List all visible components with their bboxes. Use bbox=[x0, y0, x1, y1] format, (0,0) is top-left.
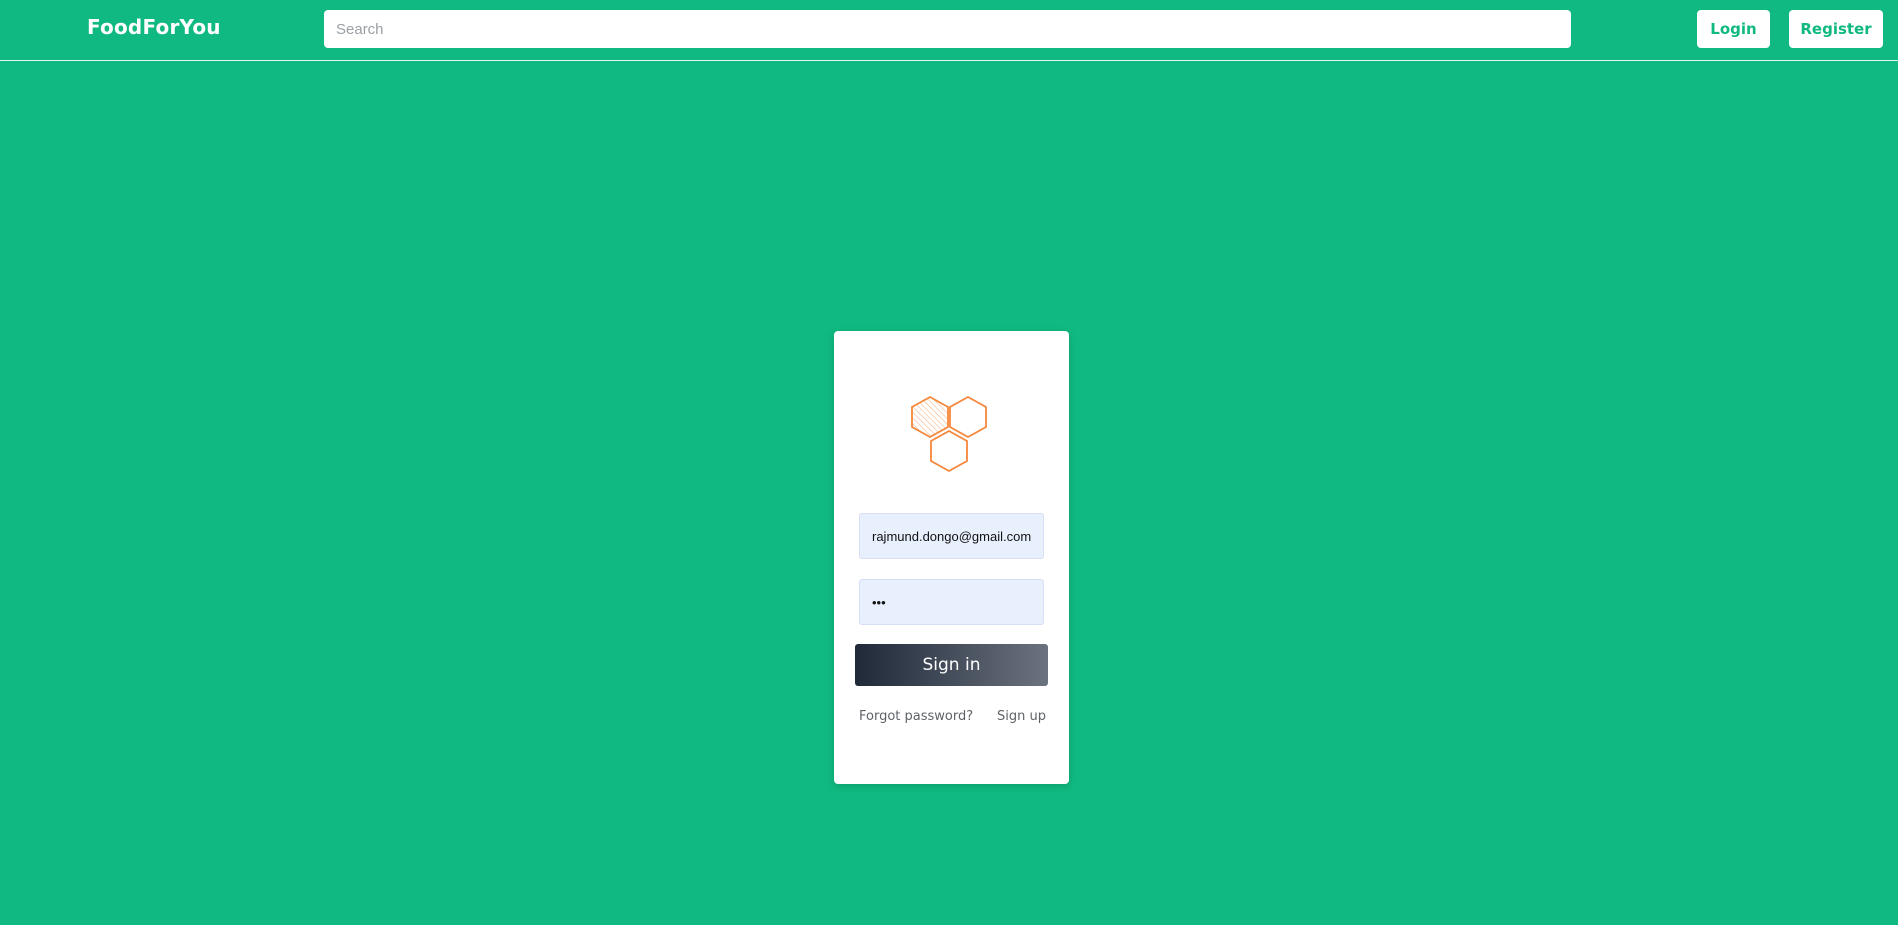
forgot-password-link[interactable]: Forgot password? bbox=[859, 709, 973, 724]
email-field[interactable] bbox=[859, 513, 1044, 559]
register-button[interactable]: Register bbox=[1789, 10, 1883, 48]
brand-logo[interactable]: FoodForYou bbox=[87, 15, 221, 39]
hexagon-cluster-icon bbox=[911, 395, 987, 473]
login-card: Sign in Forgot password? Sign up bbox=[834, 331, 1069, 784]
sign-up-link[interactable]: Sign up bbox=[997, 709, 1046, 724]
password-field[interactable] bbox=[859, 579, 1044, 625]
login-button[interactable]: Login bbox=[1697, 10, 1770, 48]
search-input[interactable] bbox=[324, 10, 1571, 48]
sign-in-button[interactable]: Sign in bbox=[855, 644, 1048, 686]
top-navbar: FoodForYou Login Register bbox=[0, 0, 1898, 61]
